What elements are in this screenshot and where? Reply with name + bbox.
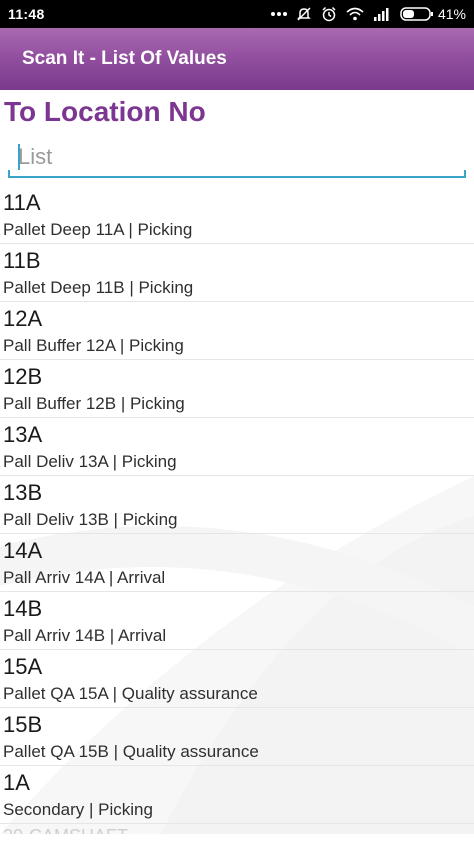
field-edge-left xyxy=(8,170,10,178)
item-code: 11A xyxy=(3,190,41,215)
item-code: 14B xyxy=(3,596,43,621)
item-code: 15A xyxy=(3,654,43,679)
battery-percent: 41% xyxy=(437,6,466,22)
item-code: 11B xyxy=(3,248,41,273)
text-cursor xyxy=(18,144,20,170)
item-code: 13B xyxy=(3,480,43,505)
app-bar: Scan It - List Of Values xyxy=(0,28,474,90)
alarm-icon xyxy=(322,6,336,22)
list-item[interactable]: 13B Pall Deliv 13B | Picking xyxy=(0,476,474,534)
field-edge-right xyxy=(464,170,466,178)
battery-icon xyxy=(400,7,433,21)
item-code: 12A xyxy=(3,306,43,331)
list-item[interactable]: 15A Pallet QA 15A | Quality assurance xyxy=(0,650,474,708)
signal-icon xyxy=(373,8,389,21)
more-dots-icon xyxy=(270,12,287,16)
search-field[interactable] xyxy=(8,138,466,178)
item-code: 13A xyxy=(3,422,43,447)
list-item[interactable]: 1A Secondary | Picking xyxy=(0,766,474,824)
status-bar: 11:48 41% xyxy=(0,0,474,28)
status-icons: 41% xyxy=(270,6,466,22)
screen: 11:48 41% Scan It - List Of Values To Lo… xyxy=(0,0,474,842)
item-code: 1A xyxy=(3,770,30,795)
item-description: Pall Arriv 14B | Arrival xyxy=(3,626,167,645)
item-code: 20-CAMSHAFT xyxy=(3,826,128,834)
item-description: Pall Deliv 13A | Picking xyxy=(3,452,177,471)
list-items: 11A Pallet Deep 11A | Picking 11B Pallet De… xyxy=(0,186,474,834)
item-code: 12B xyxy=(3,364,43,389)
item-description: Pall Deliv 13B | Picking xyxy=(3,510,178,529)
item-description: Pallet Deep 11B | Picking xyxy=(3,278,194,297)
bottom-edge xyxy=(0,834,474,842)
item-code: 15B xyxy=(3,712,43,737)
status-time: 11:48 xyxy=(8,6,45,22)
item-code: 14A xyxy=(3,538,43,563)
value-list[interactable]: 11A Pallet Deep 11A | Picking 11B Pallet De… xyxy=(0,186,474,834)
item-description: Secondary | Picking xyxy=(3,800,153,819)
list-item[interactable]: 12B Pall Buffer 12B | Picking xyxy=(0,360,474,418)
page-title: To Location No xyxy=(4,96,206,127)
list-item[interactable]: 12A Pall Buffer 12A | Picking xyxy=(0,302,474,360)
item-description: Pall Arriv 14A | Arrival xyxy=(3,568,166,587)
item-description: Pallet QA 15B | Quality assurance xyxy=(3,742,259,761)
item-description: Pallet QA 15A | Quality assurance xyxy=(3,684,258,703)
list-item[interactable]: 11B Pallet Deep 11B | Picking xyxy=(0,244,474,302)
list-item[interactable]: 15B Pallet QA 15B | Quality assurance xyxy=(0,708,474,766)
item-description: Pallet Deep 11A | Picking xyxy=(3,220,193,239)
search-input[interactable] xyxy=(18,142,448,172)
item-description: Pall Buffer 12A | Picking xyxy=(3,336,184,355)
list-item[interactable]: 20-CAMSHAFT xyxy=(0,824,474,834)
app-title: Scan It - List Of Values xyxy=(22,48,227,69)
wifi-icon xyxy=(346,7,364,21)
list-item[interactable]: 13A Pall Deliv 13A | Picking xyxy=(0,418,474,476)
list-item[interactable]: 11A Pallet Deep 11A | Picking xyxy=(0,186,474,244)
battery-indicator: 41% xyxy=(400,6,466,22)
list-item[interactable]: 14A Pall Arriv 14A | Arrival xyxy=(0,534,474,592)
list-item[interactable]: 14B Pall Arriv 14B | Arrival xyxy=(0,592,474,650)
item-description: Pall Buffer 12B | Picking xyxy=(3,394,185,413)
mute-icon xyxy=(297,7,311,21)
